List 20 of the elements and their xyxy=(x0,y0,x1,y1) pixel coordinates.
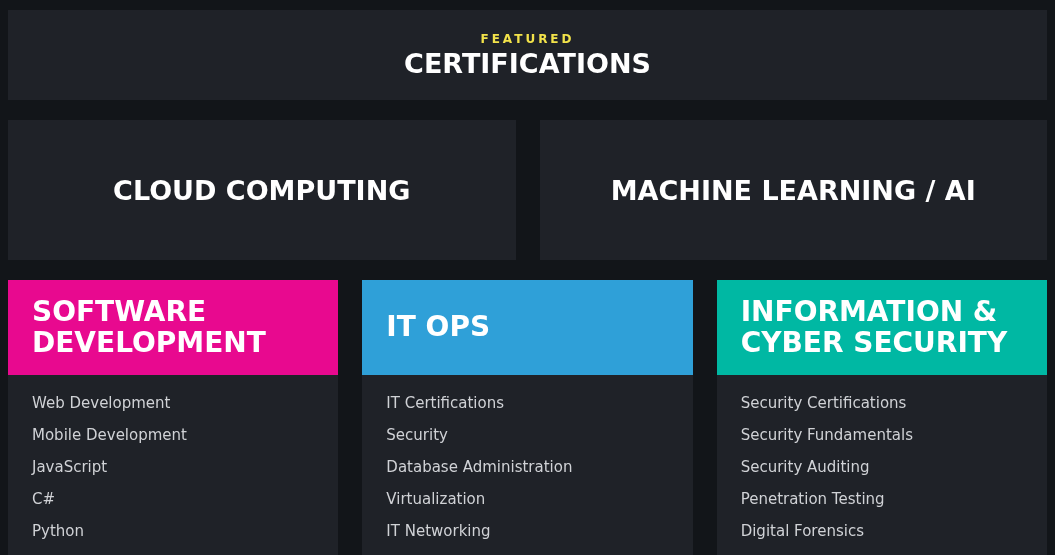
category-link[interactable]: Security Certifications xyxy=(740,393,907,413)
category-link[interactable]: JavaScript xyxy=(32,457,108,477)
category-link[interactable]: Penetration Testing xyxy=(740,489,885,509)
category-link[interactable]: Virtualization xyxy=(386,489,486,509)
banner-eyebrow: FEATURED xyxy=(480,31,575,46)
category-link[interactable]: Security Fundamentals xyxy=(740,425,913,445)
category-link[interactable]: Python xyxy=(32,521,84,541)
banner-title: CERTIFICATIONS xyxy=(404,47,651,79)
category-link[interactable]: Mobile Development xyxy=(32,425,187,445)
category-link[interactable]: Web Development xyxy=(32,393,171,413)
category-link[interactable]: Digital Forensics xyxy=(740,521,864,541)
category-link[interactable]: Security Auditing xyxy=(740,457,870,477)
featured-card[interactable]: CLOUD COMPUTING xyxy=(8,120,516,260)
category-link[interactable]: IT Certifications xyxy=(386,393,505,413)
featured-card[interactable]: MACHINE LEARNING / AI xyxy=(539,120,1047,260)
category-link[interactable]: Database Administration xyxy=(386,457,573,477)
category-header[interactable]: SOFTWARE DEVELOPMENT xyxy=(8,280,339,375)
category-link[interactable]: C# xyxy=(32,489,56,509)
category-link[interactable]: Security xyxy=(386,425,448,445)
category-link[interactable]: IT Networking xyxy=(386,521,491,541)
